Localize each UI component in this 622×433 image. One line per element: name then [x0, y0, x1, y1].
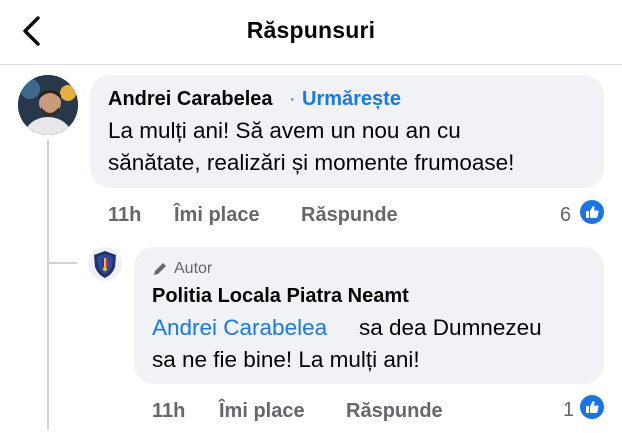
reply-text-line1: sa dea Dumnezeu: [359, 315, 542, 340]
reaction-count[interactable]: 6: [560, 204, 571, 227]
reply-text-line2: sa ne fie bine! La mulți ani!: [152, 347, 420, 372]
reply-author-name[interactable]: Politia Locala Piatra Neamt: [152, 285, 409, 308]
thread-connector: [47, 262, 77, 264]
comment-text-line1: La mulți ani! Să avem un nou an cu: [108, 118, 461, 143]
follow-button[interactable]: Urmărește: [302, 88, 401, 111]
thread-line: [47, 140, 49, 430]
mention-link[interactable]: Andrei Carabelea: [152, 315, 327, 341]
header-divider: [0, 64, 622, 65]
author-badge: Autor: [174, 260, 213, 277]
reply-like-reaction-icon: [580, 395, 604, 419]
header-bar: Răspunsuri: [0, 0, 622, 64]
like-button[interactable]: Îmi place: [174, 204, 260, 227]
separator-dot: ·: [289, 88, 296, 110]
reply-timestamp: 11h: [152, 400, 186, 422]
avatar[interactable]: [18, 75, 78, 135]
reply-reaction-count[interactable]: 1: [563, 399, 574, 422]
police-logo-avatar[interactable]: [88, 247, 122, 281]
reply-reply-button[interactable]: Răspunde: [346, 400, 443, 423]
page-title: Răspunsuri: [246, 17, 376, 43]
pencil-icon: [152, 261, 168, 277]
reply-button[interactable]: Răspunde: [301, 204, 398, 227]
comment-timestamp: 11h: [108, 204, 142, 226]
like-reaction-icon: [580, 200, 604, 224]
comment-author-name[interactable]: Andrei Carabelea: [108, 88, 273, 111]
comment-text-line2: sănătate, realizări și momente frumoase!: [108, 150, 515, 175]
reply-like-button[interactable]: Îmi place: [219, 400, 305, 423]
